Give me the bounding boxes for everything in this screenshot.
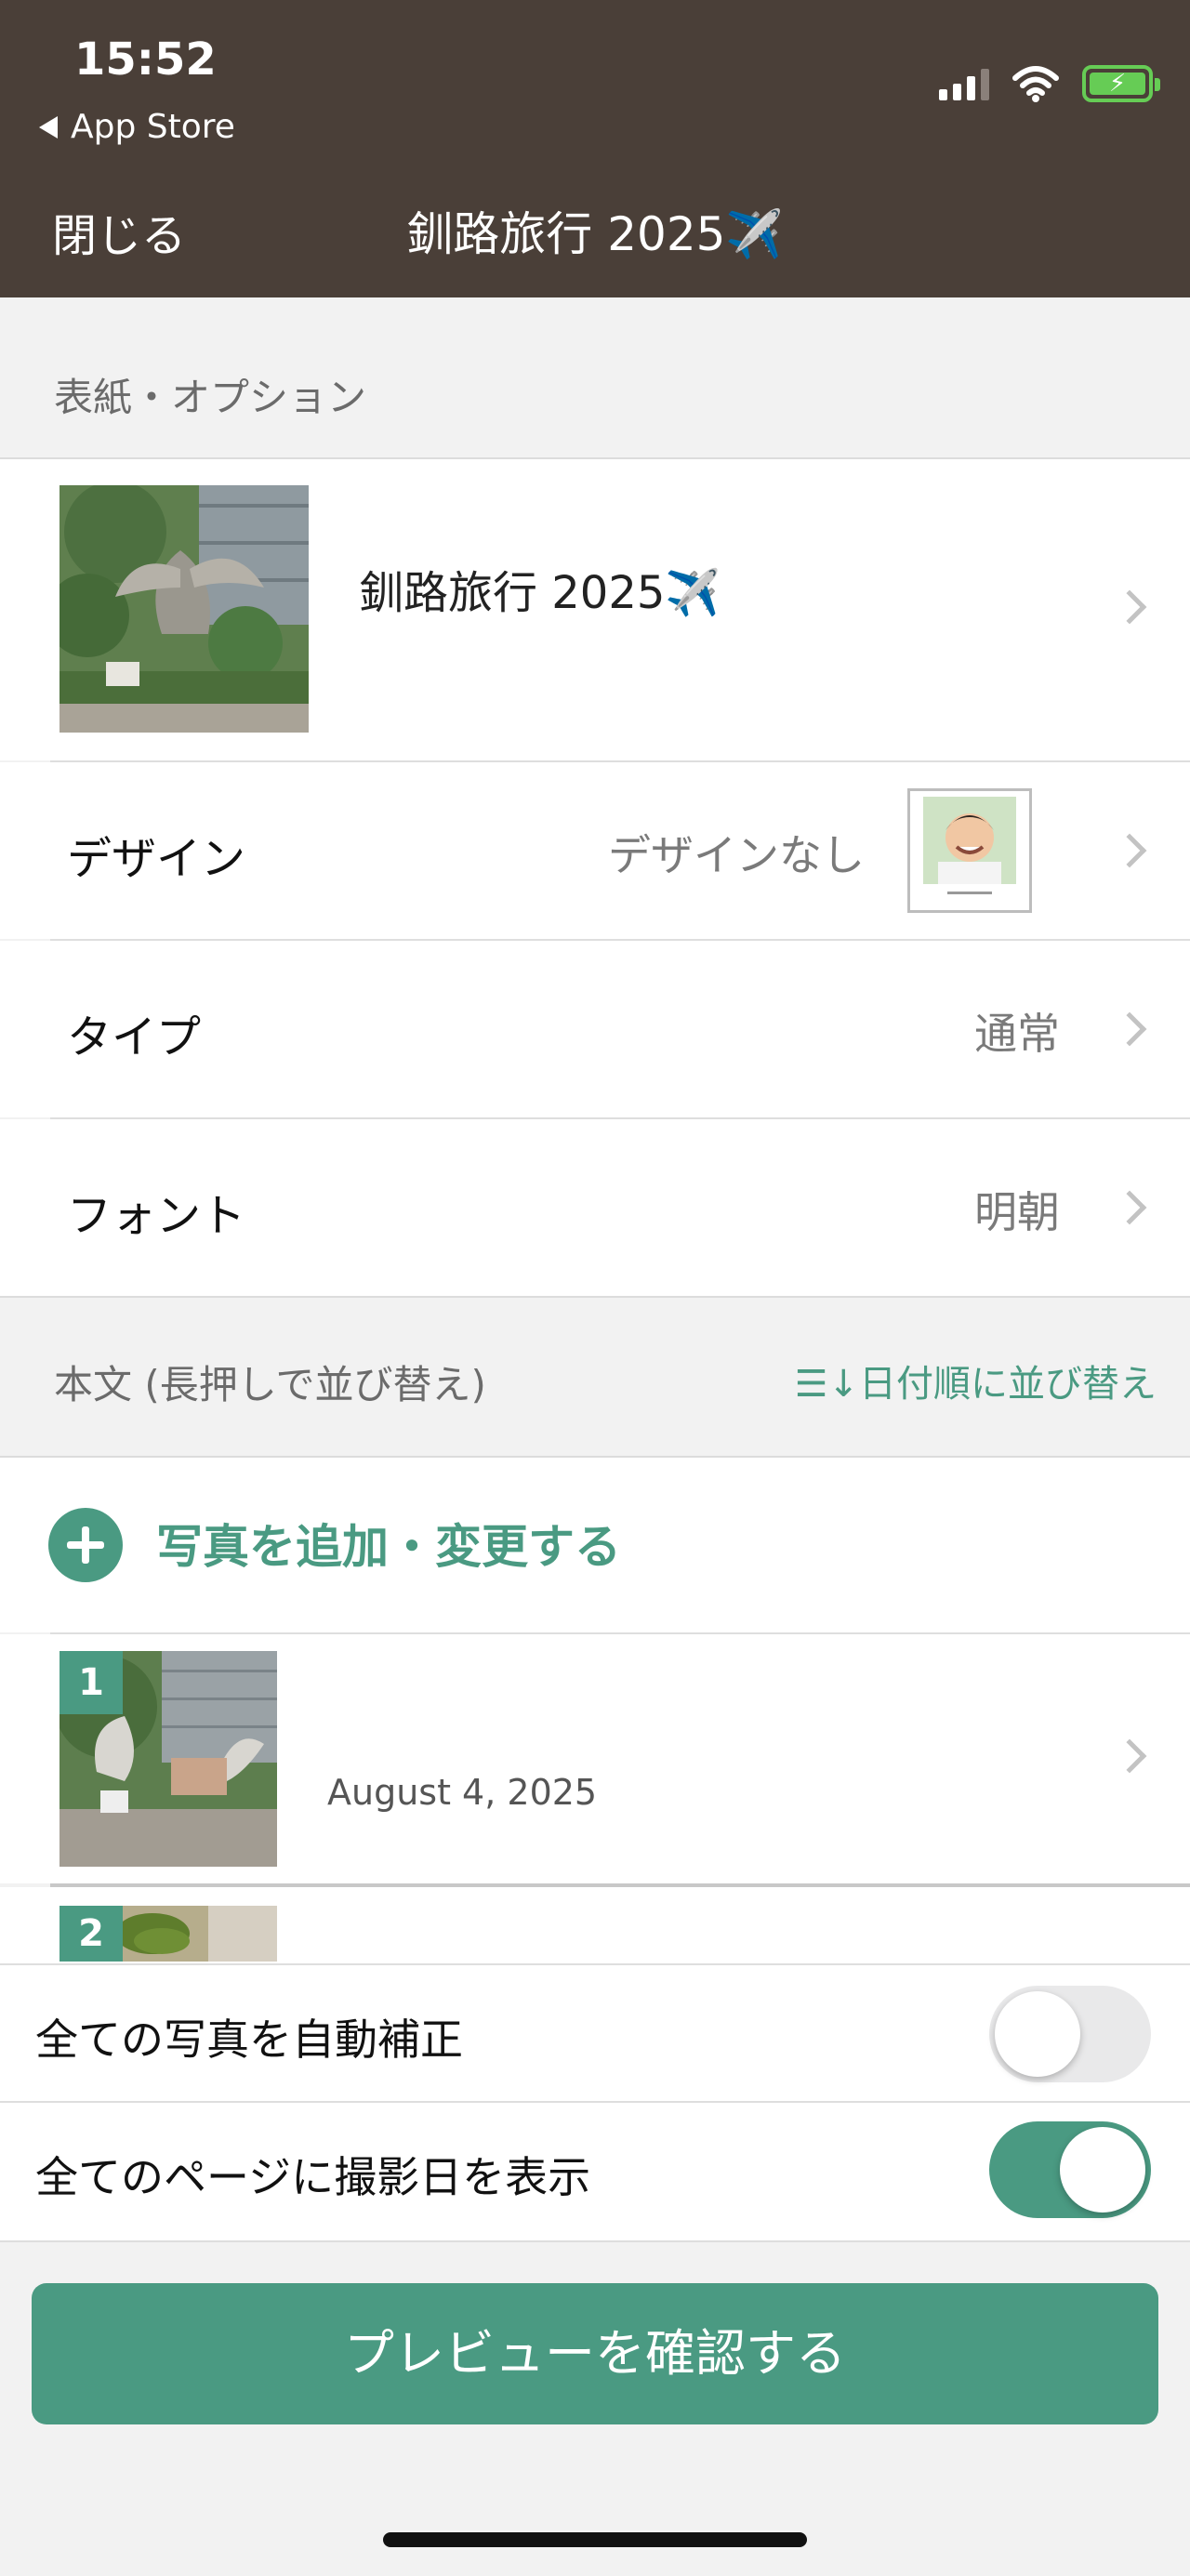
type-row[interactable]: タイプ 通常 bbox=[0, 941, 1190, 1117]
back-to-app-store[interactable]: App Store bbox=[39, 108, 235, 146]
preview-button[interactable]: プレビューを確認する bbox=[32, 2283, 1158, 2424]
battery-charging-icon: ⚡ bbox=[1082, 65, 1160, 102]
page-number-badge: 1 bbox=[60, 1651, 123, 1714]
cover-title: 釧路旅行 2025✈️ bbox=[359, 567, 721, 619]
font-label: フォント bbox=[67, 1190, 246, 1242]
add-icon[interactable] bbox=[48, 1508, 123, 1582]
design-thumbnail bbox=[907, 788, 1032, 913]
font-row[interactable]: フォント 明朝 bbox=[0, 1119, 1190, 1296]
back-arrow-icon bbox=[39, 115, 58, 139]
type-value: 通常 bbox=[974, 1009, 1060, 1059]
page-number-badge: 2 bbox=[60, 1906, 123, 1962]
nav-header: 15:52 App Store ⚡ 閉じる 釧路旅行 2025✈️ bbox=[0, 0, 1190, 297]
chevron-right-icon bbox=[1112, 1011, 1147, 1047]
cover-photo bbox=[60, 485, 309, 733]
page-title: 釧路旅行 2025✈️ bbox=[406, 207, 784, 261]
status-icons: ⚡ bbox=[939, 65, 1160, 102]
chevron-right-icon bbox=[1112, 1190, 1147, 1225]
body-section-header: 本文 (長押しで並び替え) ☰↓日付順に並び替え bbox=[0, 1296, 1190, 1458]
chevron-right-icon bbox=[1112, 589, 1147, 625]
design-value: デザインなし bbox=[608, 830, 865, 880]
type-label: タイプ bbox=[67, 1011, 202, 1063]
auto-correct-label: 全ての写真を自動補正 bbox=[35, 2015, 463, 2065]
cover-options-header: 表紙・オプション bbox=[0, 297, 1190, 459]
add-photo-label: 写真を追加・変更する bbox=[156, 1520, 621, 1574]
divider bbox=[0, 2240, 1190, 2242]
auto-correct-row: 全ての写真を自動補正 bbox=[0, 1963, 1190, 2101]
status-time: 15:52 bbox=[74, 33, 217, 86]
cellular-signal-icon bbox=[939, 67, 989, 100]
show-date-row: 全てのページに撮影日を表示 bbox=[0, 2103, 1190, 2240]
chevron-right-icon bbox=[1112, 1738, 1147, 1774]
show-date-toggle[interactable] bbox=[989, 2121, 1151, 2218]
wifi-icon bbox=[1012, 66, 1059, 102]
back-app-label: App Store bbox=[71, 108, 235, 146]
body-section-label: 本文 (長押しで並び替え) bbox=[54, 1362, 486, 1407]
sort-by-date-button[interactable]: ☰↓日付順に並び替え bbox=[795, 1354, 1157, 1407]
font-value: 明朝 bbox=[974, 1187, 1060, 1237]
chevron-right-icon bbox=[1112, 833, 1147, 868]
home-indicator bbox=[383, 2532, 807, 2547]
design-label: デザイン bbox=[67, 833, 246, 885]
add-photo-row[interactable]: 写真を追加・変更する bbox=[0, 1458, 1190, 1632]
auto-correct-toggle[interactable] bbox=[989, 1986, 1151, 2082]
page-date: August 4, 2025 bbox=[327, 1772, 598, 1813]
cover-options-label: 表紙・オプション bbox=[54, 375, 367, 420]
show-date-label: 全てのページに撮影日を表示 bbox=[35, 2152, 591, 2202]
